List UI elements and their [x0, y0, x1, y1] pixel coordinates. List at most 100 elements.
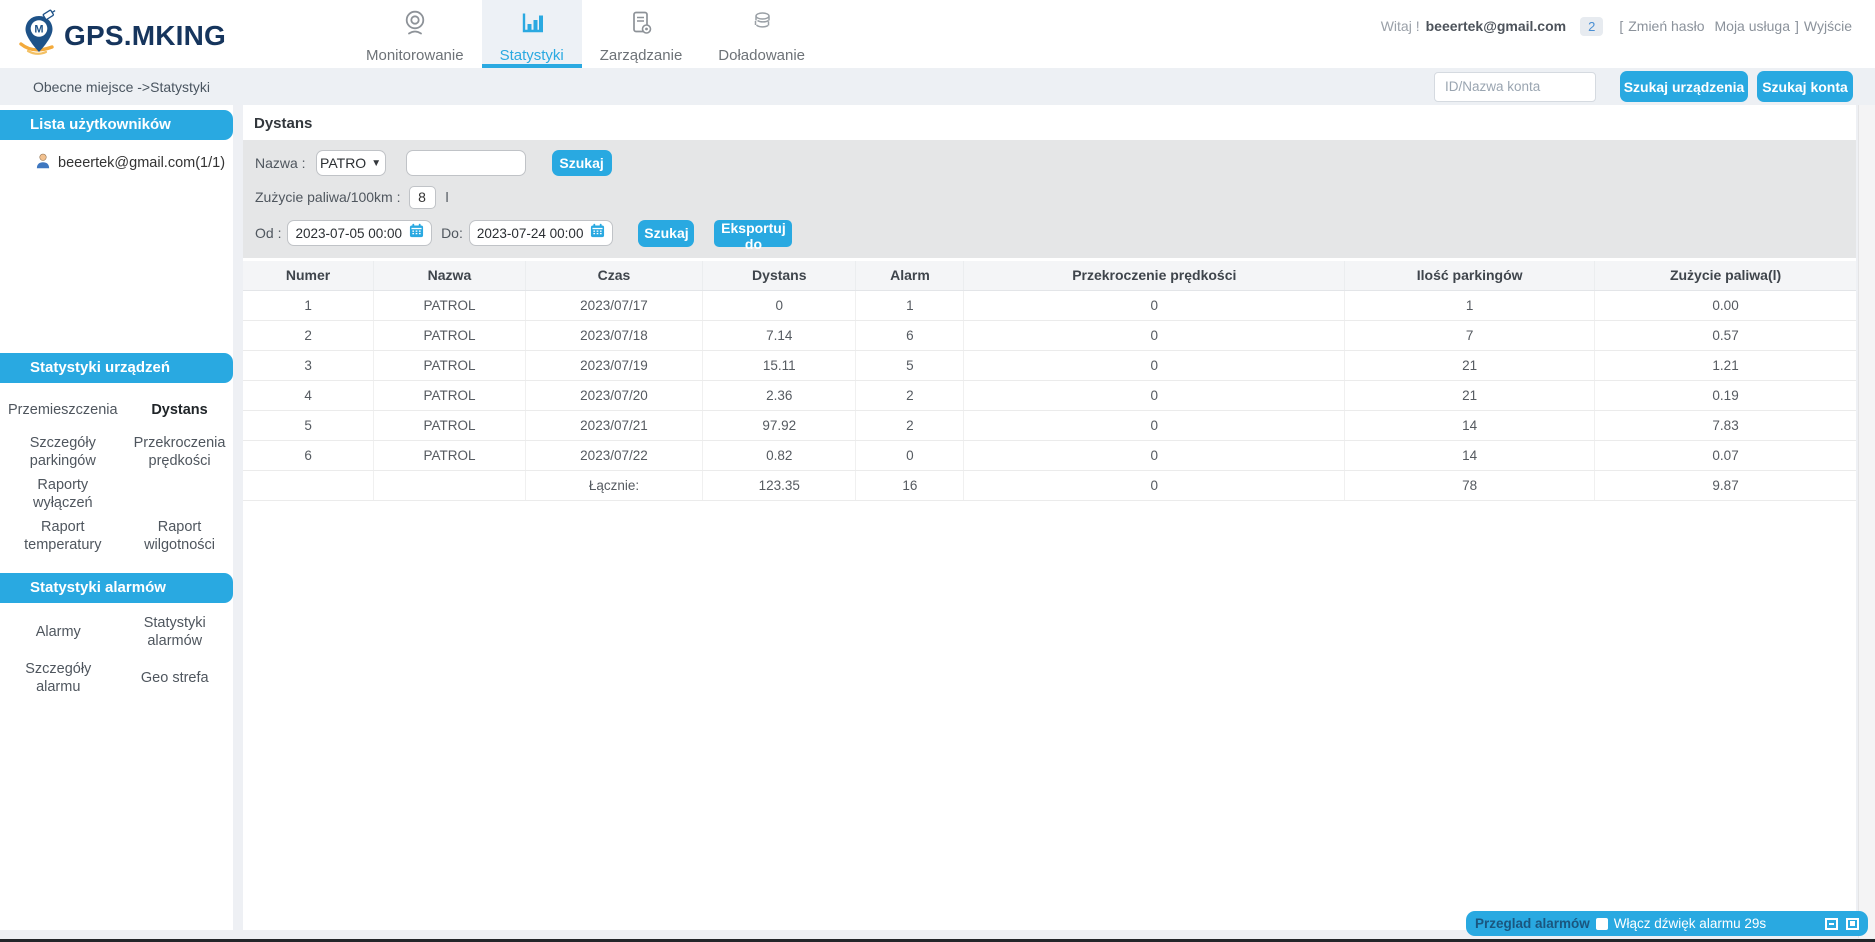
distance-table: Numer Nazwa Czas Dystans Alarm Przekrocz…	[243, 261, 1856, 501]
column-header: Czas	[525, 261, 702, 290]
restore-icon[interactable]	[1846, 918, 1859, 930]
column-header: Dystans	[703, 261, 856, 290]
tab-label: Monitorowanie	[366, 47, 464, 64]
name-filter-input[interactable]	[406, 150, 526, 176]
webcam-icon	[400, 8, 430, 43]
tab-label: Zarządzanie	[600, 47, 683, 64]
table-row: 4PATROL2023/07/202.3620210.19	[243, 380, 1856, 410]
sidebar-item-przekroczenia-predkosci[interactable]: Przekroczenia prędkości	[126, 431, 234, 473]
alarm-review-bar: Przeglad alarmów Włącz dźwięk alarmu 29s	[1466, 911, 1868, 936]
table-row: 3PATROL2023/07/1915.1150211.21	[243, 350, 1856, 380]
change-password-link[interactable]: Zmień hasło	[1628, 18, 1704, 34]
sidebar-item-alarmy[interactable]: Alarmy	[0, 609, 117, 655]
totals-row: Łącznie:123.35160789.87	[243, 470, 1856, 500]
document-gear-icon	[626, 8, 656, 43]
fuel-label: Zużycie paliwa/100km :	[255, 189, 401, 205]
sidebar-item-statystyki-alarmow[interactable]: Statystyki alarmów	[117, 609, 234, 655]
top-header: M GPS.MKING Monitorowanie	[0, 0, 1875, 68]
name-label: Nazwa :	[255, 155, 306, 171]
breadcrumb: Obecne miejsce ->Statystyki	[33, 79, 210, 95]
from-date-input[interactable]: 2023-07-05 00:00	[287, 220, 432, 246]
bracket-open: [	[1619, 18, 1623, 34]
device-stats-header: Statystyki urządzeń	[0, 353, 233, 383]
message-count-badge[interactable]: 2	[1580, 17, 1603, 36]
name-select[interactable]: PATRO ▼	[316, 150, 386, 176]
table-row: 1PATROL2023/07/1701010.00	[243, 290, 1856, 320]
table-header-row: Numer Nazwa Czas Dystans Alarm Przekrocz…	[243, 261, 1856, 290]
app-window: M GPS.MKING Monitorowanie	[0, 0, 1875, 942]
main-panel: Dystans Nazwa : PATRO ▼ Szukaj Zużycie p…	[243, 105, 1856, 930]
export-button[interactable]: Eksportuj do	[714, 220, 792, 247]
alarm-stats-header: Statystyki alarmów	[0, 573, 233, 603]
bar-chart-icon	[517, 8, 547, 43]
my-service-link[interactable]: Moja usługa	[1715, 18, 1791, 34]
user-bar: Witaj ! beeertek@gmail.com 2 [ Zmień has…	[1381, 0, 1857, 52]
calendar-icon	[402, 223, 424, 243]
to-date-input[interactable]: 2023-07-24 00:00	[469, 220, 614, 246]
breadcrumb-bar: Obecne miejsce ->Statystyki Szukaj urząd…	[0, 68, 1875, 105]
alarm-bar-title: Przeglad alarmów	[1475, 916, 1590, 931]
from-date-value: 2023-07-05 00:00	[295, 226, 402, 241]
name-select-value: PATRO	[320, 155, 366, 171]
sidebar-user-label: beeertek@gmail.com(1/1)	[58, 155, 225, 171]
tab-monitorowanie[interactable]: Monitorowanie	[348, 0, 482, 68]
fuel-consumption-input[interactable]	[409, 186, 436, 209]
tab-statystyki[interactable]: Statystyki	[482, 0, 582, 68]
users-list-header: Lista użytkowników	[0, 110, 233, 140]
fuel-unit-label: l	[446, 189, 449, 205]
name-search-button[interactable]: Szukaj	[552, 150, 612, 176]
calendar-icon	[583, 223, 605, 243]
tab-label: Doładowanie	[718, 47, 805, 64]
coins-icon	[747, 8, 777, 43]
account-search-input[interactable]	[1434, 72, 1596, 102]
column-header: Ilość parkingów	[1345, 261, 1595, 290]
from-label: Od :	[255, 225, 281, 241]
gps-pin-logo-icon: M	[16, 8, 62, 63]
to-date-value: 2023-07-24 00:00	[477, 226, 584, 241]
sidebar-item-szczegoly-parkingow[interactable]: Szczegóły parkingów	[0, 431, 126, 473]
sidebar-item-raport-temperatury[interactable]: Raport temperatury	[0, 515, 126, 557]
logo-text: GPS.MKING	[64, 20, 226, 52]
vertical-scrollbar[interactable]	[1858, 105, 1875, 938]
column-header: Nazwa	[374, 261, 526, 290]
sidebar-item-raporty-wylaczen[interactable]: Raporty wyłączeń	[0, 473, 126, 515]
bracket-close: ]	[1795, 18, 1799, 34]
tab-zarzadzanie[interactable]: Zarządzanie	[582, 0, 701, 68]
person-icon	[34, 152, 52, 174]
sidebar-item-raport-wilgotnosci[interactable]: Raport wilgotności	[126, 515, 234, 557]
sidebar-item-przemieszczenia[interactable]: Przemieszczenia	[0, 389, 126, 431]
filter-panel: Nazwa : PATRO ▼ Szukaj Zużycie paliwa/10…	[243, 140, 1856, 258]
main-nav: Monitorowanie Statystyki	[348, 0, 823, 68]
alarm-bar-controls	[1825, 918, 1859, 930]
svg-text:M: M	[34, 24, 43, 36]
user-email: beeertek@gmail.com	[1426, 18, 1567, 34]
column-header: Numer	[243, 261, 374, 290]
table-row: 2PATROL2023/07/187.146070.57	[243, 320, 1856, 350]
search-device-button[interactable]: Szukaj urządzenia	[1620, 71, 1748, 102]
tab-label: Statystyki	[500, 47, 564, 64]
app-logo: M GPS.MKING	[16, 8, 226, 63]
alarm-sound-checkbox[interactable]	[1596, 918, 1608, 930]
sidebar-item-geo-strefa[interactable]: Geo strefa	[117, 655, 234, 701]
minimize-icon[interactable]	[1825, 918, 1838, 930]
sidebar: Lista użytkowników beeertek@gmail.com(1/…	[0, 105, 233, 930]
tab-doladowanie[interactable]: Doładowanie	[700, 0, 823, 68]
alarm-stats-menu: Alarmy Statystyki alarmów Szczegóły alar…	[0, 603, 233, 707]
column-header: Alarm	[856, 261, 964, 290]
chevron-down-icon: ▼	[371, 158, 381, 169]
page-title: Dystans	[243, 105, 1856, 140]
sidebar-item-empty	[126, 473, 234, 515]
table-row: 5PATROL2023/07/2197.9220147.83	[243, 410, 1856, 440]
device-stats-menu: Przemieszczenia Dystans Szczegóły parkin…	[0, 383, 233, 563]
greeting-text: Witaj !	[1381, 18, 1420, 34]
alarm-sound-label: Włącz dźwięk alarmu 29s	[1614, 916, 1766, 931]
sidebar-item-szczegoly-alarmu[interactable]: Szczegóły alarmu	[0, 655, 117, 701]
column-header: Przekroczenie prędkości	[964, 261, 1345, 290]
sidebar-user-item[interactable]: beeertek@gmail.com(1/1)	[0, 150, 233, 176]
search-account-button[interactable]: Szukaj konta	[1757, 71, 1853, 102]
date-search-button[interactable]: Szukaj	[638, 220, 694, 247]
to-label: Do:	[441, 225, 463, 241]
sidebar-item-dystans[interactable]: Dystans	[126, 389, 234, 431]
column-header: Zużycie paliwa(l)	[1595, 261, 1856, 290]
logout-link[interactable]: Wyjście	[1804, 18, 1852, 34]
